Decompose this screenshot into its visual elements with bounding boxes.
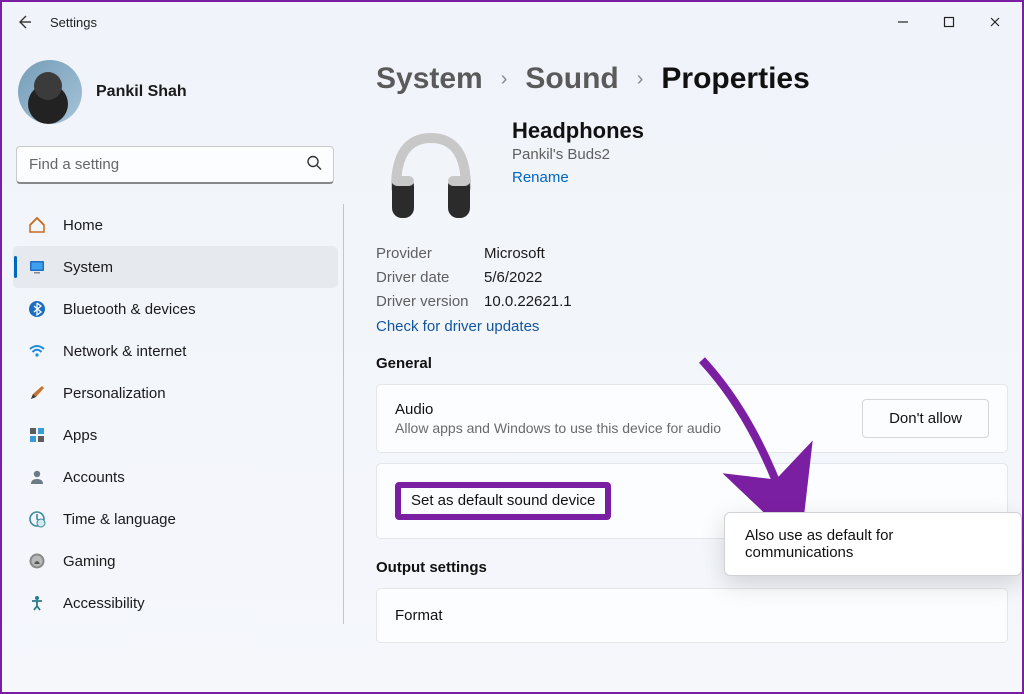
apps-icon (27, 425, 47, 445)
profile[interactable]: Pankil Shah (12, 50, 338, 142)
meta-driver-version-label: Driver version (376, 290, 484, 314)
maximize-button[interactable] (926, 6, 972, 38)
accessibility-icon (27, 593, 47, 613)
sidebar-item-label: Personalization (63, 385, 166, 402)
sidebar-item-label: Time & language (63, 511, 176, 528)
sidebar-item-label: Network & internet (63, 343, 186, 360)
window-controls (880, 6, 1018, 38)
bluetooth-icon (27, 299, 47, 319)
close-button[interactable] (972, 6, 1018, 38)
sidebar-item-accessibility[interactable]: Accessibility (13, 582, 338, 624)
home-icon (27, 215, 47, 235)
breadcrumb-sound[interactable]: Sound (525, 62, 618, 96)
arrow-left-icon (16, 14, 32, 30)
sidebar-nav: Home System Bluetooth & devices Network … (12, 204, 338, 624)
breadcrumb-system[interactable]: System (376, 62, 483, 96)
breadcrumb-current: Properties (661, 62, 809, 96)
check-driver-updates-link[interactable]: Check for driver updates (376, 318, 539, 335)
meta-provider-label: Provider (376, 242, 484, 266)
sidebar-item-personalization[interactable]: Personalization (13, 372, 338, 414)
section-general: General (376, 355, 1022, 372)
main-content: System › Sound › Properties Headphones P… (352, 42, 1022, 692)
device-meta: ProviderMicrosoft Driver date5/6/2022 Dr… (376, 242, 1022, 335)
sidebar-item-accounts[interactable]: Accounts (13, 456, 338, 498)
sidebar-item-label: Apps (63, 427, 97, 444)
search-input[interactable] (16, 146, 334, 184)
device-header: Headphones Pankil's Buds2 Rename (376, 118, 1022, 228)
system-icon (27, 257, 47, 277)
sidebar-item-gaming[interactable]: Gaming (13, 540, 338, 582)
card-format-title: Format (395, 607, 443, 624)
sidebar-item-label: Home (63, 217, 103, 234)
profile-name: Pankil Shah (96, 83, 187, 101)
sidebar-item-label: Gaming (63, 553, 116, 570)
card-audio: Audio Allow apps and Windows to use this… (376, 384, 1008, 453)
meta-driver-date-label: Driver date (376, 266, 484, 290)
breadcrumb: System › Sound › Properties (376, 62, 1022, 96)
annotation-highlight: Set as default sound device (395, 482, 611, 520)
avatar (18, 60, 82, 124)
back-button[interactable] (6, 4, 42, 40)
wifi-icon (27, 341, 47, 361)
sidebar-item-apps[interactable]: Apps (13, 414, 338, 456)
paint-icon (27, 383, 47, 403)
dropdown-option-label: Also use as default for communications (745, 527, 893, 561)
device-subtitle: Pankil's Buds2 (512, 146, 644, 163)
sidebar-item-home[interactable]: Home (13, 204, 338, 246)
meta-driver-version-value: 10.0.22621.1 (484, 290, 572, 314)
rename-link[interactable]: Rename (512, 169, 569, 186)
sidebar-item-label: Accounts (63, 469, 125, 486)
titlebar: Settings (2, 2, 1022, 42)
sidebar: Pankil Shah Home System Bluetooth & devi… (2, 42, 352, 692)
chevron-right-icon: › (637, 68, 644, 91)
device-title: Headphones (512, 118, 644, 144)
gaming-icon (27, 551, 47, 571)
dont-allow-button[interactable]: Don't allow (862, 399, 989, 438)
default-device-dropdown-option[interactable]: Also use as default for communications (724, 512, 1022, 576)
search-icon (306, 155, 322, 176)
minimize-button[interactable] (880, 6, 926, 38)
card-default-title: Set as default sound device (411, 492, 595, 509)
sidebar-item-label: Bluetooth & devices (63, 301, 196, 318)
sidebar-item-time[interactable]: Time & language (13, 498, 338, 540)
chevron-right-icon: › (501, 68, 508, 91)
card-format[interactable]: Format (376, 588, 1008, 643)
card-audio-title: Audio (395, 401, 862, 418)
meta-driver-date-value: 5/6/2022 (484, 266, 542, 290)
search-wrap (16, 146, 334, 184)
window-title: Settings (50, 15, 97, 30)
sidebar-item-system[interactable]: System (13, 246, 338, 288)
person-icon (27, 467, 47, 487)
headphones-icon (376, 118, 486, 228)
meta-provider-value: Microsoft (484, 242, 545, 266)
sidebar-scroll-indicator (343, 204, 344, 624)
card-audio-subtitle: Allow apps and Windows to use this devic… (395, 420, 862, 436)
clock-globe-icon (27, 509, 47, 529)
sidebar-item-network[interactable]: Network & internet (13, 330, 338, 372)
sidebar-item-bluetooth[interactable]: Bluetooth & devices (13, 288, 338, 330)
sidebar-item-label: System (63, 259, 113, 276)
sidebar-item-label: Accessibility (63, 595, 145, 612)
